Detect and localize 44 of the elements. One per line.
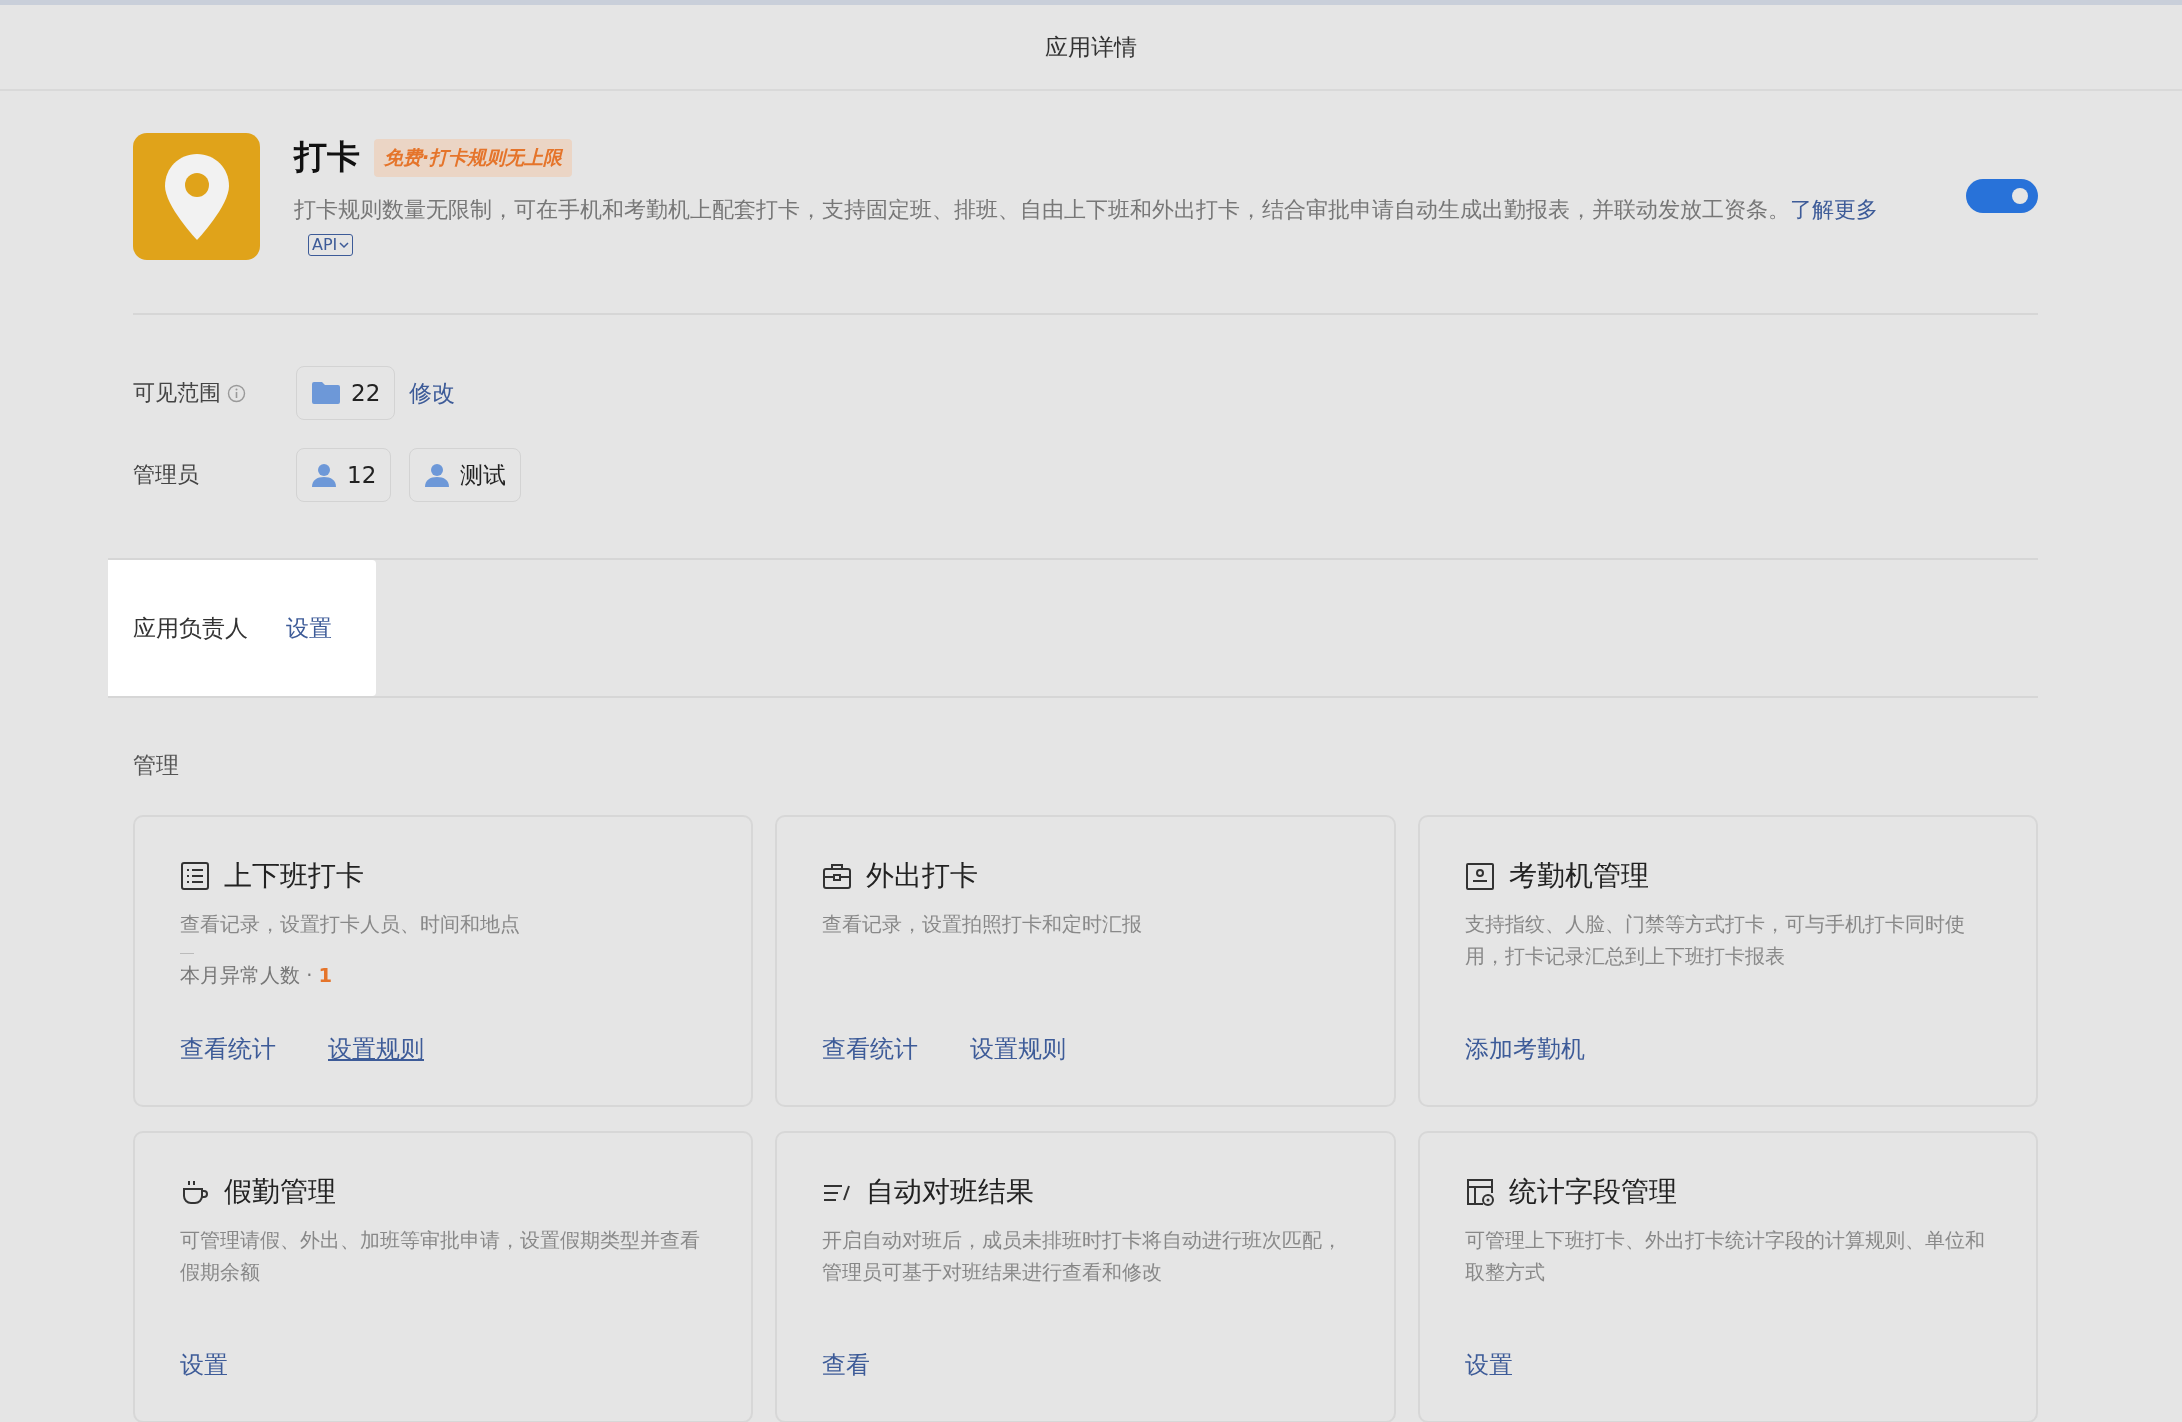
card-title: 统计字段管理 xyxy=(1508,1174,1677,1210)
info-icon xyxy=(227,383,246,403)
admin-chip[interactable]: 12 xyxy=(296,448,392,502)
card-link[interactable]: 设置规则 xyxy=(970,1033,1067,1065)
card-description: 可管理上下班打卡、外出打卡统计字段的计算规则、单位和取整方式 xyxy=(1464,1228,1986,1286)
person-icon xyxy=(424,463,451,487)
card-link[interactable]: 查看 xyxy=(822,1349,871,1381)
card-link[interactable]: 添加考勤机 xyxy=(1464,1033,1585,1065)
card-title: 自动对班结果 xyxy=(866,1174,1035,1210)
app-name: 打卡 xyxy=(294,136,360,178)
card-link[interactable]: 设置 xyxy=(1464,1349,1513,1381)
stat-value: 1 xyxy=(318,964,332,987)
card-link[interactable]: 查看统计 xyxy=(180,1033,276,1065)
card-link[interactable]: 查看统计 xyxy=(822,1033,919,1065)
enable-toggle[interactable] xyxy=(1966,179,2038,213)
card-link[interactable]: 设置规则 xyxy=(328,1033,424,1065)
owner-label: 应用负责人 xyxy=(133,613,248,643)
window-title: 应用详情 xyxy=(1045,32,1137,62)
card-description: 查看记录，设置拍照打卡和定时汇报 xyxy=(822,912,1144,938)
card-title: 假勤管理 xyxy=(224,1174,336,1210)
set-owner-link[interactable]: 设置 xyxy=(286,612,332,644)
location-pin-icon xyxy=(162,151,231,242)
card-title: 考勤机管理 xyxy=(1508,858,1649,894)
edit-link[interactable]: 修改 xyxy=(409,377,456,409)
visibility-label: 可见范围 xyxy=(133,379,221,407)
folder-icon xyxy=(311,381,341,405)
app-description: 打卡规则数量无限制，可在手机和考勤机上配套打卡，支持固定班、排班、自由上下班和外出打卡，结合审批申请自动生成出勤报表，并联动发放工资条。了解更多 xyxy=(294,197,1878,222)
pricing-tag: 免费·打卡规则无上限 xyxy=(374,138,573,177)
api-dropdown[interactable]: API xyxy=(308,234,354,256)
admin-chip[interactable]: 测试 xyxy=(409,448,522,502)
person-icon xyxy=(311,463,337,487)
card-description: 开启自动对班后，成员未排班时打卡将自动进行班次匹配，管理员可基于对班结果进行查看和修改 xyxy=(822,1228,1344,1286)
department-chip[interactable]: 22 xyxy=(296,366,396,420)
section-title: 管理 xyxy=(133,751,180,780)
learn-more-link[interactable]: 了解更多 xyxy=(1790,197,1878,222)
admin-label: 管理员 xyxy=(133,461,199,489)
card-description: 查看记录，设置打卡人员、时间和地点 xyxy=(180,912,521,938)
card-link[interactable]: 设置 xyxy=(180,1349,228,1381)
card-description: 支持指纹、人脸、门禁等方式打卡，可与手机打卡同时使用，打卡记录汇总到上下班打卡报表 xyxy=(1464,912,1966,970)
card-title: 上下班打卡 xyxy=(224,858,364,894)
card-title: 外出打卡 xyxy=(866,858,979,894)
chevron-down-icon xyxy=(339,241,350,249)
stat-label: 本月异常人数 · xyxy=(180,964,313,987)
card-description: 可管理请假、外出、加班等审批申请，设置假期类型并查看假期余额 xyxy=(180,1228,701,1286)
